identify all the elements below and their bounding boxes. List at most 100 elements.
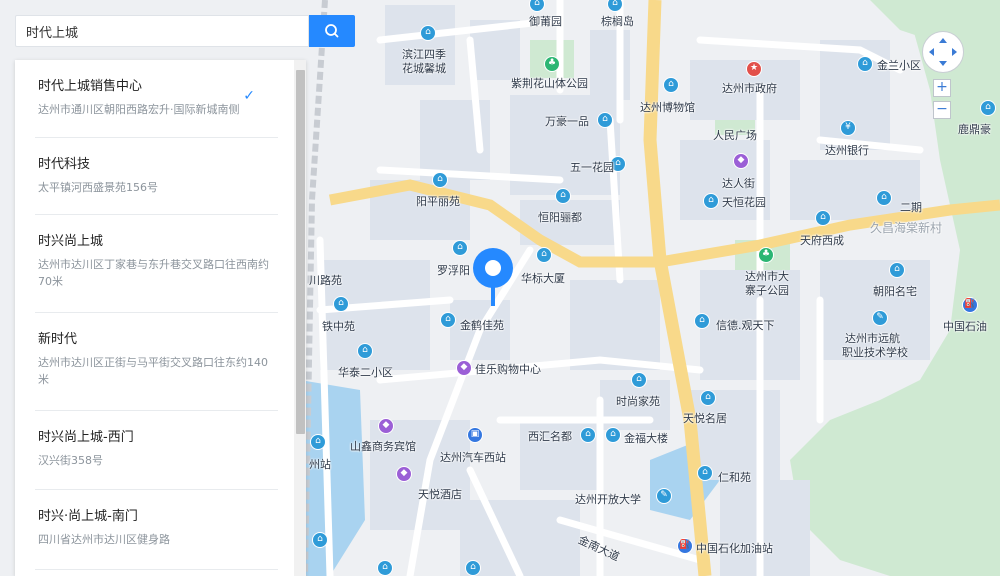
map-label: 时尚家苑	[616, 395, 660, 408]
map-label: 万豪一品	[545, 115, 589, 128]
poi-school-icon: ✎	[656, 488, 672, 504]
poi-residential-icon: ⌂	[420, 25, 436, 41]
result-address: 汉兴街358号	[38, 454, 103, 467]
map-label: 达州汽车西站	[440, 451, 506, 464]
poi-residential-icon: ⌂	[312, 532, 328, 548]
map-label: 罗浮阳	[437, 264, 470, 277]
pan-control[interactable]	[922, 31, 964, 73]
map-label: 人民广场	[713, 129, 757, 142]
result-address: 太平镇河西盛景苑156号	[38, 181, 158, 194]
zoom-in-button[interactable]: +	[933, 79, 951, 97]
map-label: 州站	[309, 458, 331, 471]
result-title: 时兴·尚上城-南门	[38, 509, 138, 524]
result-title: 时兴尚上城-西门	[38, 430, 134, 445]
zoom-out-button[interactable]: −	[933, 101, 951, 119]
map-label: 铁中苑	[322, 320, 355, 333]
result-item[interactable]: 时兴尚上城 达州市达川区丁家巷与东升巷交叉路口往西南约70米	[15, 215, 293, 313]
map-label: 阳平丽苑	[416, 195, 460, 208]
poi-office-icon: ⌂	[536, 247, 552, 263]
map-label: 华泰二小区	[338, 366, 393, 379]
poi-gas-station-icon: ⛽	[962, 297, 978, 313]
map-label: 天恒花园	[722, 196, 766, 209]
result-item[interactable]: 时代上城销售中心 达州市通川区朝阳西路宏升·国际新城南侧 ✓	[15, 60, 293, 138]
poi-residential-icon: ⌂	[889, 262, 905, 278]
map-label: 达人街	[722, 177, 755, 190]
search-button[interactable]	[309, 15, 355, 47]
map-label: 五一花园	[570, 161, 614, 174]
map-label: 达州博物馆	[640, 101, 695, 114]
poi-school-icon: ✎	[872, 310, 888, 326]
poi-station-icon: ⌂	[310, 434, 326, 450]
poi-residential-icon: ⌂	[694, 313, 710, 329]
poi-residential-icon: ⌂	[357, 343, 373, 359]
map-label: 金兰小区	[877, 59, 921, 72]
map-label: 金鹤佳苑	[460, 319, 504, 332]
map-label: 天悦酒店	[418, 488, 462, 501]
map-label: 朝阳名宅	[873, 285, 917, 298]
result-item[interactable]: 时代科技 太平镇河西盛景苑156号	[15, 138, 293, 215]
poi-hotel-icon: ◆	[378, 418, 394, 434]
map-label: 川路苑	[309, 274, 342, 287]
poi-residential-icon: ⌂	[465, 560, 481, 576]
map-label: 华标大厦	[521, 272, 565, 285]
map-label: 花城馨城	[402, 62, 446, 75]
search-box	[15, 15, 309, 47]
result-title: 时代科技	[38, 157, 91, 172]
result-address: 达州市通川区朝阳西路宏升·国际新城南侧	[38, 103, 240, 116]
map-label: 久昌海棠新村	[870, 221, 943, 235]
map-label: 山鑫商务宾馆	[350, 440, 416, 453]
check-icon: ✓	[243, 88, 255, 104]
poi-residential-icon: ⌂	[876, 190, 892, 206]
poi-residential-icon: ⌂	[597, 112, 613, 128]
poi-shopping-icon: ◆	[456, 360, 472, 376]
poi-park-icon: ♣	[544, 56, 560, 72]
poi-residential-icon: ⌂	[452, 240, 468, 256]
poi-residential-icon: ⌂	[703, 193, 719, 209]
map-label: 达州市政府	[722, 82, 777, 95]
poi-residential-icon: ⌂	[555, 188, 571, 204]
poi-museum-icon: ⌂	[663, 77, 679, 93]
map-label: 达州开放大学	[575, 493, 641, 506]
search-input[interactable]	[16, 16, 296, 46]
poi-residential-icon: ⌂	[697, 465, 713, 481]
result-item[interactable]: 新时代 达州市达川区正街与马平街交叉路口往东约140米	[15, 313, 293, 411]
map-label: 棕榈岛	[601, 15, 634, 28]
poi-shopping-icon: ◆	[733, 153, 749, 169]
result-item[interactable]: 时兴尚上城-西门 汉兴街358号	[15, 411, 293, 490]
search-icon	[325, 24, 339, 38]
poi-residential-icon: ⌂	[440, 312, 456, 328]
map-label: 天悦名居	[683, 412, 727, 425]
poi-residential-icon: ⌂	[377, 560, 393, 576]
map-label: 天府西成	[800, 234, 844, 247]
poi-residential-icon: ⌂	[857, 56, 873, 72]
result-address: 达州市达川区丁家巷与东升巷交叉路口往西南约70米	[38, 258, 269, 288]
map-label: 金福大楼	[624, 432, 668, 445]
poi-bank-icon: ¥	[840, 120, 856, 136]
result-title: 时兴尚上城	[38, 234, 104, 249]
poi-residential-icon: ⌂	[333, 296, 349, 312]
map-label: 中国石油	[943, 320, 987, 333]
map-label: 仁和苑	[718, 471, 751, 484]
poi-government-icon: ★	[746, 61, 762, 77]
map-label: 中国石化加油站	[696, 542, 773, 555]
map-label: 寨子公园	[745, 284, 789, 297]
poi-office-icon: ⌂	[605, 427, 621, 443]
map-label: 御莆园	[529, 15, 562, 28]
result-address: 达州市达川区正街与马平街交叉路口往东约140米	[38, 356, 268, 386]
map-label: 达州银行	[825, 144, 869, 157]
poi-residential-icon: ⌂	[580, 427, 596, 443]
poi-residential-icon: ⌂	[700, 390, 716, 406]
poi-residential-icon: ⌂	[815, 210, 831, 226]
poi-residential-icon: ⌂	[432, 172, 448, 188]
map-label: 紫荆花山体公园	[511, 77, 588, 90]
map-label: 信德.观天下	[716, 319, 775, 332]
map-label: 西汇名都	[528, 430, 572, 443]
pan-arrows-icon	[929, 38, 957, 66]
poi-park-icon: ♣	[758, 247, 774, 263]
poi-hotel-icon: ◆	[396, 466, 412, 482]
map-label: 二期	[900, 201, 922, 214]
scrollbar-thumb[interactable]	[296, 70, 305, 434]
poi-residential-icon: ⌂	[631, 372, 647, 388]
result-item[interactable]: 时兴·尚上城-南门 四川省达州市达川区健身路	[15, 490, 293, 570]
map-label: 恒阳骊都	[538, 211, 582, 224]
